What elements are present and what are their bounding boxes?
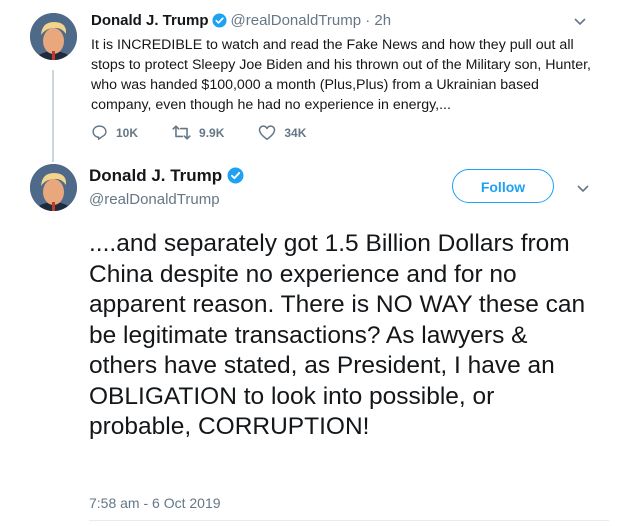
reply-icon [92, 125, 107, 140]
thread-connector-line [52, 70, 54, 162]
tweet-text: It is INCREDIBLE to watch and read the F… [91, 37, 591, 113]
tweet-text: ....and separately got 1.5 Billion Dolla… [89, 230, 586, 440]
author-name[interactable]: Donald J. Trump [91, 12, 209, 29]
tweet-time[interactable]: 2h [374, 12, 391, 29]
avatar-image [30, 164, 77, 211]
author-handle[interactable]: @realDonaldTrump [89, 191, 220, 208]
divider [89, 520, 609, 521]
tweet-timestamp[interactable]: 7:58 am - 6 Oct 2019 [89, 495, 221, 511]
avatar-image [30, 13, 77, 60]
tweet-actions: 10K 9.9K 34K [91, 124, 340, 141]
like-button[interactable]: 34K [258, 124, 306, 141]
author-name-row: Donald J. Trump [89, 166, 248, 189]
follow-button[interactable]: Follow [452, 169, 554, 203]
verified-icon [211, 13, 227, 32]
author-name[interactable]: Donald J. Trump [89, 166, 222, 185]
avatar[interactable] [30, 13, 77, 60]
like-count: 34K [284, 125, 307, 140]
reply-count: 10K [116, 125, 139, 140]
author-handle[interactable]: @realDonaldTrump [231, 12, 362, 29]
retweet-icon [172, 125, 191, 140]
like-icon [259, 125, 276, 140]
separator-dot: · [365, 12, 371, 29]
avatar[interactable] [30, 164, 77, 211]
verified-icon [227, 167, 244, 189]
tweet-header: Donald J. Trump @realDonaldTrump · 2h [91, 12, 391, 32]
reply-button[interactable]: 10K [91, 124, 138, 141]
retweet-count: 9.9K [199, 125, 225, 140]
chevron-down-icon[interactable] [576, 181, 590, 199]
chevron-down-icon[interactable] [573, 14, 587, 32]
retweet-button[interactable]: 9.9K [172, 124, 224, 141]
